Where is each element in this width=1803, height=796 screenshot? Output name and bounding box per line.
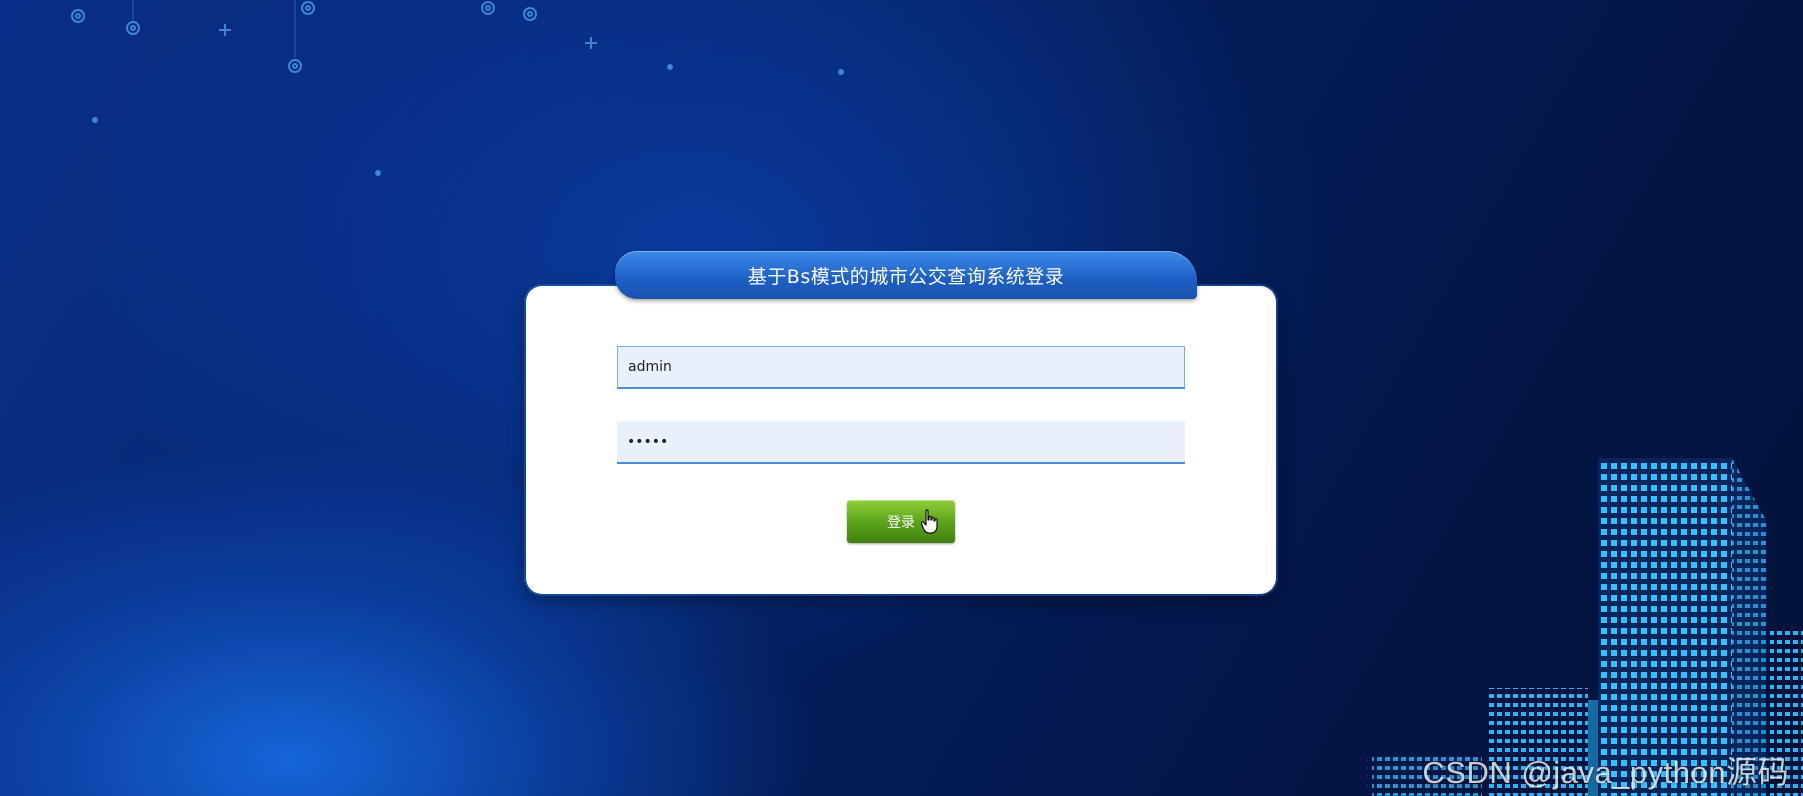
password-input[interactable] <box>617 421 1185 464</box>
username-input[interactable] <box>617 346 1185 389</box>
city-buildings <box>1372 458 1803 796</box>
login-button[interactable]: 登录 <box>847 500 955 543</box>
login-title-bar: 基于Bs模式的城市公交查询系统登录 <box>615 251 1197 299</box>
login-card: 登录 <box>526 286 1276 594</box>
dot-icons <box>92 64 844 176</box>
plus-icons <box>219 24 597 49</box>
watermark: CSDN @java_python源码 <box>1422 755 1789 790</box>
login-title: 基于Bs模式的城市公交查询系统登录 <box>747 265 1065 288</box>
gear-icons <box>71 1 537 73</box>
